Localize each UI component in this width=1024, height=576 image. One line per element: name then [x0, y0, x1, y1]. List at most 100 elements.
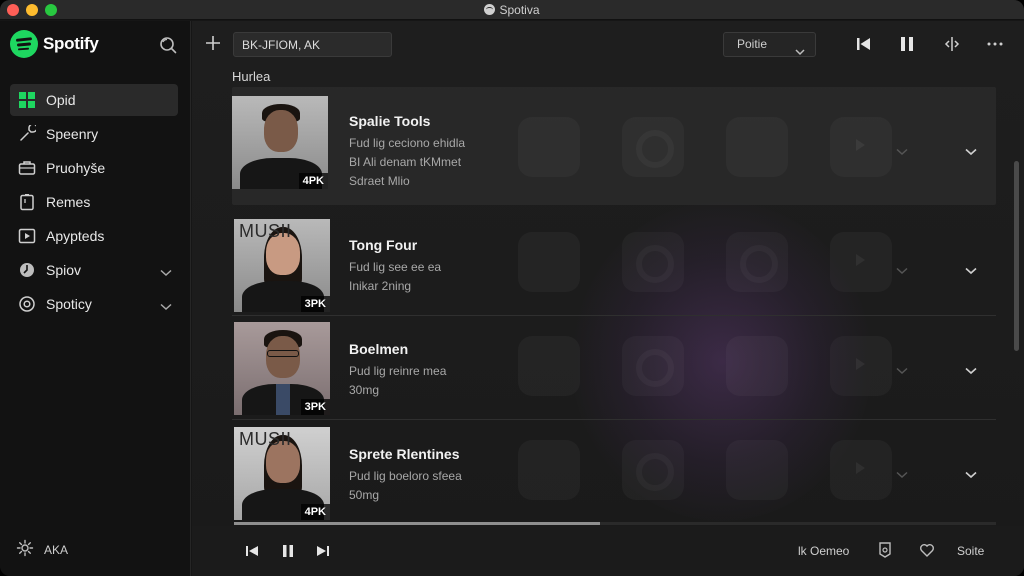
window-title: Spotiva [0, 3, 1024, 17]
playback-bar: lk Oemeo Soite [192, 526, 1024, 576]
sidebar-item-label: Spoticy [46, 296, 92, 312]
wrench-icon [18, 125, 36, 143]
play-screen-icon [18, 227, 36, 245]
quality-badge: 3PK [300, 296, 330, 312]
speaker-icon[interactable] [875, 541, 895, 559]
track-title: Sprete Rlentines [349, 446, 460, 462]
sidebar: Spotify Opid Speenry Pruohyše Remes Apyp… [0, 21, 191, 576]
expand-row-chevron-icon[interactable] [965, 466, 977, 484]
sidebar-item-label: Spiov [46, 262, 82, 278]
track-thumbnail: MUSII 3PK [234, 219, 330, 312]
app-window: Spotiva Spotify Opid Speenry Pruohyše Re… [0, 0, 1024, 576]
track-title: Boelmen [349, 341, 409, 357]
logo-text: Spotify [43, 34, 99, 53]
path-input[interactable] [233, 32, 392, 57]
window-title-text: Spotiva [499, 3, 540, 17]
track-row[interactable]: MUSII 3PK Tong Four Fud lig see ee ea In… [232, 215, 996, 316]
track-line: 30mg [349, 383, 380, 397]
view-dropdown[interactable]: Poitie [723, 32, 816, 57]
section-title: Hurlea [232, 69, 271, 84]
track-line: 50mg [349, 488, 380, 502]
split-view-icon[interactable] [942, 34, 962, 54]
track-line: Fud lig ceciono ehidla [349, 136, 466, 150]
chevron-down-icon[interactable] [896, 262, 908, 280]
chevron-down-icon[interactable] [896, 143, 908, 161]
volume-label[interactable]: Soite [957, 544, 984, 558]
next-track-button[interactable] [313, 542, 333, 560]
quality-badge: 4PK [298, 173, 328, 189]
track-line: Fud lig see ee ea [349, 260, 442, 274]
quality-badge: 4PK [300, 504, 330, 520]
track-row[interactable]: MUSII 4PK Sprete Rlentines Pud lig boelo… [232, 422, 996, 522]
ghost-actions [518, 440, 934, 500]
previous-track-button[interactable] [242, 542, 262, 560]
row-divider [232, 419, 996, 420]
expand-row-chevron-icon[interactable] [965, 143, 977, 161]
track-meta: Boelmen Pud lig reinre mea 30mg [349, 341, 446, 400]
account-button[interactable]: AKA [16, 539, 68, 560]
app-logo[interactable]: Spotify [10, 30, 99, 58]
sidebar-nav: Opid Speenry Pruohyše Remes Apyptеds Spi… [10, 84, 178, 322]
thumbnail-overlay-text: MUSII [239, 429, 292, 449]
thumbnail-overlay-text: MUSII [239, 221, 292, 241]
sidebar-item-speenry[interactable]: Speenry [10, 118, 178, 150]
pause-button[interactable] [897, 34, 917, 54]
chevron-down-icon[interactable] [160, 298, 172, 314]
track-thumbnail: 3PK [234, 322, 330, 415]
sidebar-item-opid[interactable]: Opid [10, 84, 178, 116]
chevron-down-icon[interactable] [896, 466, 908, 484]
more-options-icon[interactable] [985, 34, 1005, 54]
sidebar-item-pruohyse[interactable]: Pruohyše [10, 152, 178, 184]
track-line: Inikar 2ning [349, 279, 412, 293]
skip-back-button[interactable] [854, 34, 874, 54]
track-row[interactable]: 4PK Spalie Tools Fud lig ceciono ehidla … [232, 87, 996, 205]
chevron-down-icon[interactable] [160, 264, 172, 280]
device-label[interactable]: lk Oemeo [798, 544, 849, 558]
track-title: Spalie Tools [349, 113, 431, 129]
track-line: Pud lig reinre mea [349, 364, 447, 378]
pause-button[interactable] [278, 542, 298, 560]
track-row[interactable]: 3PK Boelmen Pud lig reinre mea 30mg [232, 318, 996, 420]
add-button[interactable] [204, 34, 222, 52]
sidebar-item-label: Remes [46, 194, 91, 210]
sidebar-item-spoticy[interactable]: Spoticy [10, 288, 178, 320]
title-bar: Spotiva [0, 0, 1024, 20]
logo-icon [10, 30, 38, 58]
ghost-actions [518, 232, 934, 292]
settings-icon [18, 295, 36, 313]
circle-icon [18, 261, 36, 279]
track-line: BI Ali denam tKMmet [349, 155, 462, 169]
main-content: Poitie Hurlea 4PK Spalie Tools Fud [192, 21, 1024, 576]
sidebar-item-remes[interactable]: Remes [10, 186, 178, 218]
expand-row-chevron-icon[interactable] [965, 262, 977, 280]
ghost-actions [518, 117, 934, 177]
account-label: AKA [44, 542, 69, 557]
chevron-down-icon [795, 41, 805, 64]
ghost-actions [518, 336, 934, 396]
track-thumbnail: 4PK [232, 96, 328, 189]
track-line: Pud lig boeloro sfeea [349, 469, 462, 483]
track-line: Sdraet Mlio [349, 174, 410, 188]
scrollbar[interactable] [1014, 161, 1019, 351]
sidebar-item-label: Speenry [46, 126, 99, 142]
search-icon[interactable] [158, 35, 178, 55]
quality-badge: 3PK [300, 399, 330, 415]
dropdown-value: Poitie [737, 37, 768, 51]
chevron-down-icon[interactable] [896, 362, 908, 380]
track-meta: Spalie Tools Fud lig ceciono ehidla BI A… [349, 113, 465, 191]
gear-icon [16, 539, 34, 560]
playback-progress[interactable] [234, 522, 996, 525]
sidebar-item-apypteds[interactable]: Apyptеds [10, 220, 178, 252]
sidebar-item-label: Pruohyše [46, 160, 106, 176]
sidebar-item-label: Apyptеds [46, 228, 105, 244]
track-meta: Sprete Rlentines Pud lig boeloro sfeea 5… [349, 446, 462, 505]
expand-row-chevron-icon[interactable] [965, 362, 977, 380]
row-divider [232, 315, 996, 316]
briefcase-icon [18, 159, 36, 177]
heart-icon[interactable] [917, 541, 937, 559]
track-title: Tong Four [349, 237, 418, 253]
sidebar-item-label: Opid [46, 92, 76, 108]
progress-fill [234, 522, 600, 525]
sidebar-item-spiov[interactable]: Spiov [10, 254, 178, 286]
top-toolbar: Poitie [192, 21, 1024, 67]
